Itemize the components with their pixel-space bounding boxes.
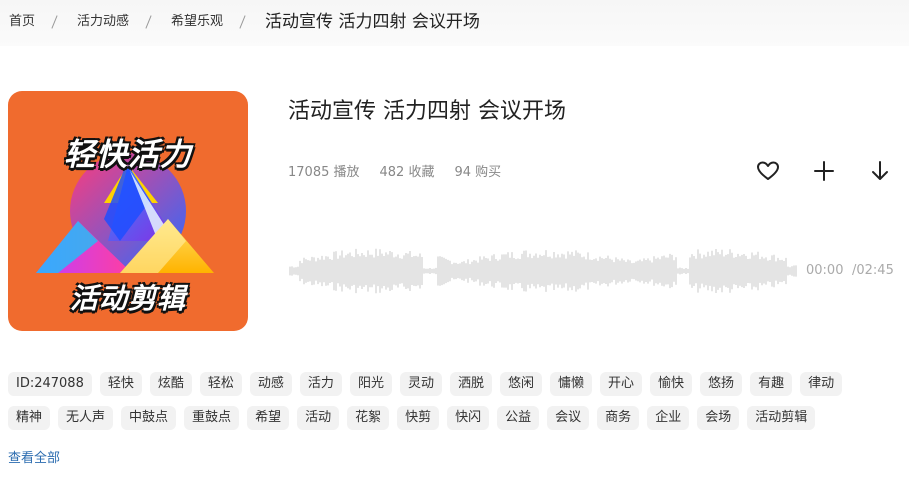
tag-chip[interactable]: 灵动 <box>399 372 442 396</box>
tag-chip[interactable]: 轻快 <box>99 372 142 396</box>
tag-chip[interactable]: 活动剪辑 <box>747 406 816 430</box>
tag-chip[interactable]: 动感 <box>249 372 292 396</box>
breadcrumb-separator <box>49 14 61 30</box>
track-title: 活动宣传 活力四射 会议开场 <box>288 99 566 124</box>
tag-chip[interactable]: 快闪 <box>447 406 490 430</box>
play-count: 17085 播放 <box>288 165 360 180</box>
current-time: 00:00 <box>806 263 844 278</box>
heart-icon <box>757 161 779 180</box>
tag-chip[interactable]: 洒脱 <box>449 372 492 396</box>
cover-art: 轻快活力 活动剪辑 <box>8 91 248 331</box>
top-bar: 首页 活力动感 希望乐观 活动宣传 活力四射 会议开场 <box>0 0 909 46</box>
tag-chip[interactable]: 希望 <box>247 406 290 430</box>
add-to-list-button[interactable] <box>811 158 837 184</box>
tag-chip[interactable]: 中鼓点 <box>121 406 177 430</box>
breadcrumb-category[interactable]: 活力动感 <box>77 12 129 32</box>
total-duration: /02:45 <box>852 263 894 278</box>
breadcrumb-home[interactable]: 首页 <box>9 12 35 32</box>
tag-chip[interactable]: 活动 <box>297 406 340 430</box>
tag-chip[interactable]: 炫酷 <box>149 372 192 396</box>
tag-chip[interactable]: 阳光 <box>349 372 392 396</box>
tag-chip[interactable]: 慵懒 <box>550 372 593 396</box>
tag-chip[interactable]: 商务 <box>597 406 640 430</box>
favorite-button[interactable] <box>755 158 781 184</box>
tag-chip[interactable]: 公益 <box>497 406 540 430</box>
tag-chip[interactable]: 律动 <box>800 372 843 396</box>
view-all-tags-link[interactable]: 查看全部 <box>8 447 60 466</box>
tag-chip[interactable]: 快剪 <box>397 406 440 430</box>
tag-chip[interactable]: 悠扬 <box>700 372 743 396</box>
tag-chip[interactable]: 精神 <box>8 406 51 430</box>
tag-chip[interactable]: 悠闲 <box>499 372 542 396</box>
breadcrumb-separator <box>143 14 155 30</box>
tag-chip[interactable]: 会场 <box>697 406 740 430</box>
tag-chip[interactable]: 企业 <box>647 406 690 430</box>
tag-list: ID:247088 轻快 炫酷 轻松 动感 活力 阳光 灵动 洒脱 悠闲 慵懒 开心 愉快 悠扬 有趣 律动精… <box>8 372 888 440</box>
tag-chip[interactable]: 愉快 <box>650 372 693 396</box>
tag-id[interactable]: ID:247088 <box>8 372 92 396</box>
breadcrumb-subcategory[interactable]: 希望乐观 <box>171 12 223 32</box>
tag-chip[interactable]: 无人声 <box>58 406 114 430</box>
breadcrumb-separator <box>237 14 249 30</box>
download-arrow-icon <box>872 161 888 180</box>
breadcrumb-current: 活动宣传 活力四射 会议开场 <box>265 12 480 32</box>
tag-chip[interactable]: 会议 <box>547 406 590 430</box>
plus-icon <box>814 161 834 181</box>
tag-chip[interactable]: 花絮 <box>347 406 390 430</box>
tag-chip[interactable]: 重鼓点 <box>184 406 240 430</box>
download-button[interactable] <box>867 158 893 184</box>
waveform-scrubber[interactable] <box>288 245 798 297</box>
cover-bottom-text: 活动剪辑 <box>69 282 186 315</box>
tag-chip[interactable]: 开心 <box>600 372 643 396</box>
track-stats: 17085 播放 482 收藏 94 购买 <box>288 161 521 180</box>
tag-chip[interactable]: 有趣 <box>750 372 793 396</box>
purchase-count: 94 购买 <box>454 165 502 180</box>
breadcrumb: 首页 活力动感 希望乐观 活动宣传 活力四射 会议开场 <box>9 12 480 32</box>
tag-chip[interactable]: 轻松 <box>199 372 242 396</box>
tag-chip[interactable]: 活力 <box>299 372 342 396</box>
cover-top-text: 轻快活力 <box>64 137 192 173</box>
favorite-count: 482 收藏 <box>379 165 435 180</box>
